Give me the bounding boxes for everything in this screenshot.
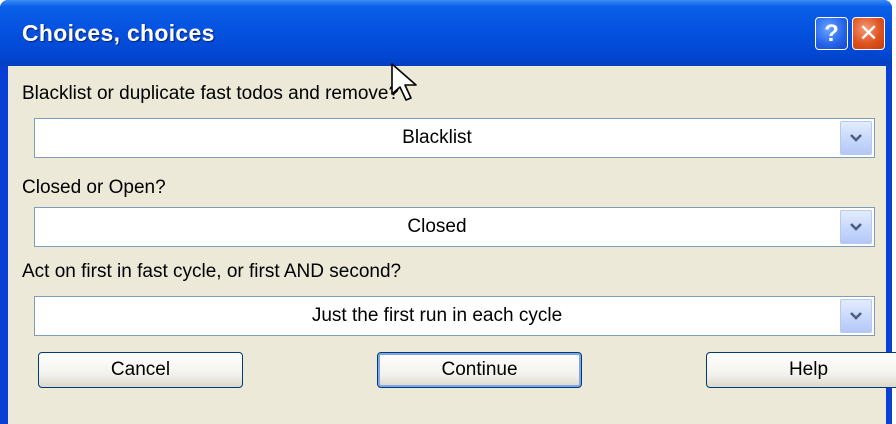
question-icon: ?: [824, 19, 839, 47]
field-label-fast-cycle: Act on first in fast cycle, or first AND…: [22, 261, 402, 282]
titlebar-close-button[interactable]: ✕: [852, 17, 885, 50]
window-title: Choices, choices: [22, 20, 215, 46]
field-label-blacklist: Blacklist or duplicate fast todos and re…: [22, 83, 400, 104]
continue-button[interactable]: Continue: [377, 352, 582, 388]
dialog-window: Choices, choices ? ✕ Blacklist or duplic…: [0, 0, 896, 424]
field-label-closed-open: Closed or Open?: [22, 177, 166, 198]
help-button[interactable]: Help: [706, 352, 896, 388]
blacklist-dropdown-value: Blacklist: [402, 127, 472, 148]
blacklist-dropdown[interactable]: Blacklist: [34, 118, 875, 158]
chevron-down-icon: [850, 134, 862, 142]
fast-cycle-dropdown[interactable]: Just the first run in each cycle: [34, 296, 875, 336]
close-icon: ✕: [858, 20, 879, 47]
mouse-pointer-icon: [391, 63, 417, 101]
closed-open-dropdown-value: Closed: [407, 216, 467, 237]
fast-cycle-dropdown-value: Just the first run in each cycle: [311, 305, 563, 326]
chevron-down-icon: [850, 312, 862, 320]
title-bar[interactable]: Choices, choices ? ✕: [0, 0, 892, 66]
cancel-button[interactable]: Cancel: [38, 352, 243, 388]
dialog-body: Blacklist or duplicate fast todos and re…: [8, 66, 896, 424]
chevron-down-icon: [850, 223, 862, 231]
fast-cycle-dropdown-toggle[interactable]: [840, 299, 872, 333]
closed-open-dropdown[interactable]: Closed: [34, 207, 875, 247]
blacklist-dropdown-toggle[interactable]: [840, 121, 872, 155]
titlebar-help-button[interactable]: ?: [815, 17, 848, 50]
closed-open-dropdown-toggle[interactable]: [840, 210, 872, 244]
